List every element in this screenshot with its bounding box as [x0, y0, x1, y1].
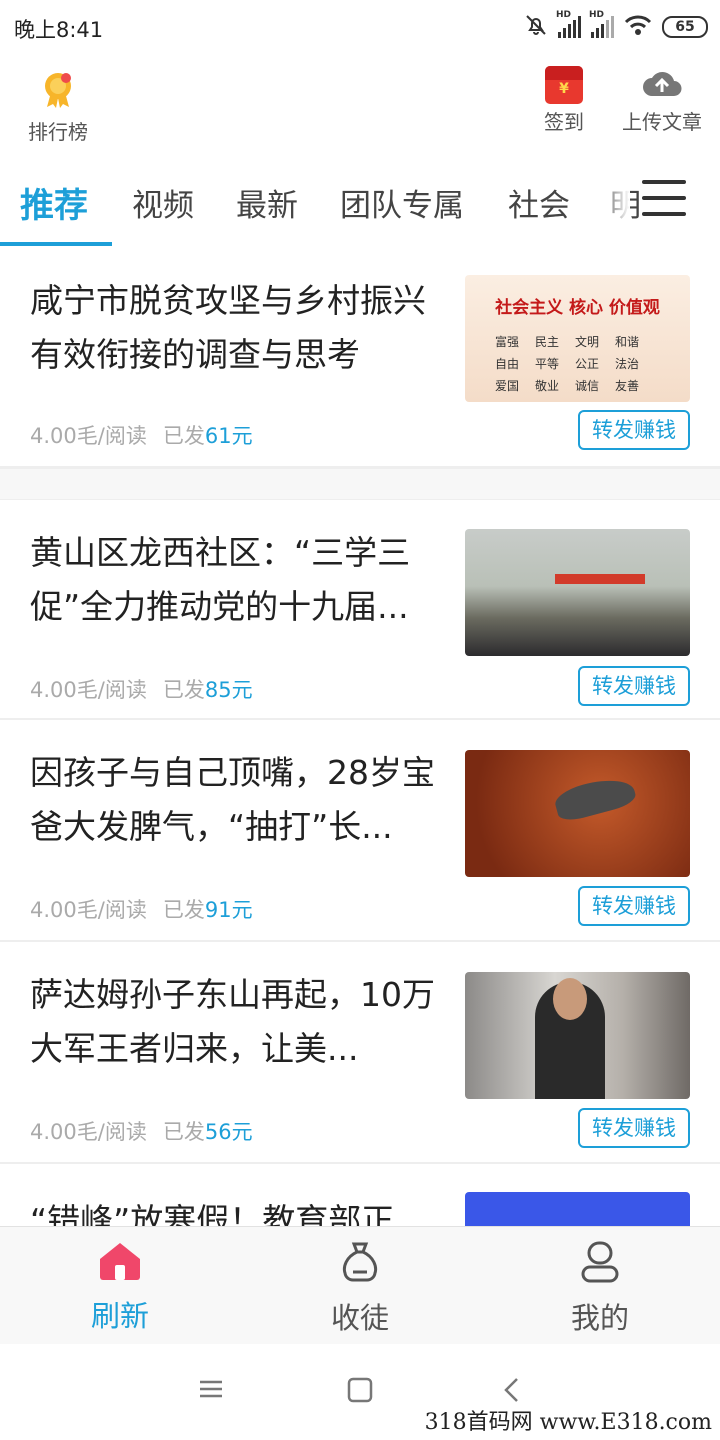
sent-prefix: 已发 [162, 424, 205, 448]
menu-lines-icon[interactable] [198, 1376, 238, 1408]
nav-refresh-label: 刷新 [90, 1299, 149, 1333]
article-meta: 4.00毛/阅读 已发85元 [30, 678, 253, 702]
home-icon [97, 1243, 143, 1285]
nav-recruit[interactable]: 收徒 [300, 1241, 420, 1337]
leaderboard-button[interactable]: 排行榜 [22, 70, 94, 145]
article-item[interactable]: 萨达姆孙子东山再起，10万大军王者归来，让美... 4.00毛/阅读 已发56元 … [0, 942, 720, 1164]
watermark-text: 318首码网 www.E318.com [424, 1410, 712, 1435]
tab-active-indicator [0, 242, 112, 246]
top-header: 排行榜 ¥ 签到 上传文章 [0, 60, 720, 150]
signin-label: 签到 [544, 110, 584, 134]
article-item[interactable]: 因孩子与自己顶嘴，28岁宝爸大发脾气，“抽打”长... 4.00毛/阅读 已发91… [0, 720, 720, 942]
red-envelope-icon: ¥ [545, 66, 583, 104]
system-nav-bar: 318首码网 www.E318.com [0, 1344, 720, 1440]
medal-icon [40, 73, 76, 112]
tab-recommend[interactable]: 推荐 [20, 178, 88, 227]
bottom-nav: 刷新 收徒 我的 [0, 1226, 720, 1344]
battery-icon: 65 [662, 16, 708, 38]
signal-icon: HD [556, 10, 581, 38]
article-thumbnail[interactable] [465, 1192, 690, 1226]
signal-icon-2: HD [589, 10, 614, 38]
money-bag-icon [340, 1242, 380, 1287]
status-time: 晚上8:41 [14, 18, 104, 42]
category-tabs: 推荐 视频 最新 团队专属 社会 明 [0, 168, 720, 248]
nav-profile-label: 我的 [570, 1301, 629, 1335]
tab-team[interactable]: 团队专属 [340, 180, 464, 225]
article-title[interactable]: 因孩子与自己顶嘴，28岁宝爸大发脾气，“抽打”长... [30, 746, 440, 854]
section-divider [0, 468, 720, 500]
cloud-upload-icon [640, 72, 684, 104]
article-thumbnail[interactable]: 社会主义 核心 价值观 富强 民主 文明 和谐 自由 平等 公正 法治 爱国 敬业 诚信 友善 [465, 275, 690, 402]
sent-amount: 61元 [204, 424, 253, 448]
nav-profile[interactable]: 我的 [540, 1241, 660, 1337]
article-item[interactable]: 咸宁市脱贫攻坚与乡村振兴有效衔接的调查与思考 社会主义 核心 价值观 富强 民主文… [0, 250, 720, 468]
tab-video[interactable]: 视频 [132, 180, 194, 225]
article-meta: 4.00毛/阅读 已发61元 [30, 420, 253, 450]
article-title[interactable]: “错峰”放寒假！教育部正 [30, 1194, 440, 1226]
article-title[interactable]: 黄山区龙西社区：“三学三促”全力推动党的十九届... [30, 526, 440, 634]
article-item[interactable]: “错峰”放寒假！教育部正 [0, 1164, 720, 1226]
upload-article-button[interactable]: 上传文章 [614, 66, 710, 135]
leaderboard-label: 排行榜 [28, 120, 88, 144]
article-thumbnail[interactable] [465, 972, 690, 1099]
nav-recruit-label: 收徒 [330, 1301, 389, 1335]
home-square-icon[interactable] [346, 1376, 386, 1408]
article-meta: 4.00毛/阅读 已发56元 [30, 1120, 253, 1144]
share-earn-button[interactable]: 转发赚钱 [578, 666, 690, 706]
tab-society[interactable]: 社会 [508, 180, 570, 225]
article-thumbnail[interactable] [465, 529, 690, 656]
article-meta: 4.00毛/阅读 已发91元 [30, 898, 253, 922]
bell-muted-icon [524, 13, 548, 41]
upload-article-label: 上传文章 [622, 110, 702, 134]
article-title[interactable]: 咸宁市脱贫攻坚与乡村振兴有效衔接的调查与思考 [30, 274, 440, 382]
user-icon [580, 1241, 620, 1287]
status-bar: 晚上8:41 HD HD 65 [0, 0, 720, 56]
tab-latest[interactable]: 最新 [236, 180, 298, 225]
tab-fade [596, 168, 630, 248]
read-rate: 4.00毛/阅读 [30, 424, 147, 448]
share-earn-button[interactable]: 转发赚钱 [578, 886, 690, 926]
wifi-icon [624, 14, 652, 40]
menu-icon[interactable] [642, 180, 686, 216]
status-icons: HD HD 65 [524, 10, 708, 42]
share-earn-button[interactable]: 转发赚钱 [578, 1108, 690, 1148]
article-feed[interactable]: 咸宁市脱贫攻坚与乡村振兴有效衔接的调查与思考 社会主义 核心 价值观 富强 民主文… [0, 250, 720, 1226]
app-screen: 晚上8:41 HD HD 65 排行榜 ¥ 签到 上传文章 推荐 视频 最新 团… [0, 0, 720, 1440]
nav-refresh[interactable]: 刷新 [60, 1241, 180, 1335]
article-thumbnail[interactable] [465, 750, 690, 877]
article-title[interactable]: 萨达姆孙子东山再起，10万大军王者归来，让美... [30, 968, 440, 1076]
share-earn-button[interactable]: 转发赚钱 [578, 410, 690, 450]
article-item[interactable]: 黄山区龙西社区：“三学三促”全力推动党的十九届... 4.00毛/阅读 已发85元… [0, 500, 720, 720]
signin-button[interactable]: ¥ 签到 [536, 66, 592, 135]
